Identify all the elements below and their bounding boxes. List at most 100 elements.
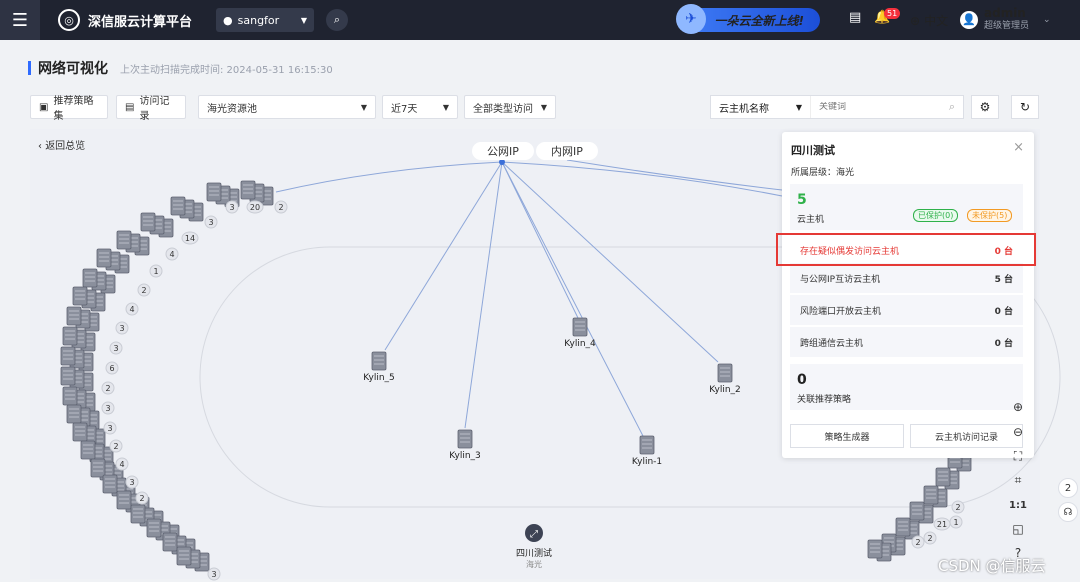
- ring-server[interactable]: [170, 196, 186, 216]
- policy-stat-box: 0 关联推荐策略: [790, 364, 1023, 410]
- headset-icon[interactable]: ☊: [1058, 502, 1078, 522]
- ring-count-label: 2: [278, 203, 283, 212]
- row-label: 跨组通信云主机: [800, 338, 864, 349]
- ring-count-label: 3: [229, 203, 234, 212]
- panel-level: 所属层级：海光: [791, 168, 855, 178]
- protected-badge[interactable]: 已保护(0): [913, 209, 959, 222]
- edge-kylin-3: [464, 161, 503, 429]
- edge-ring-left: [275, 161, 503, 193]
- server-node-kylin-2[interactable]: [717, 363, 733, 383]
- ring-count-label: 2: [139, 494, 144, 503]
- fit-view-icon[interactable]: ⌗: [1008, 470, 1028, 490]
- node-label-kylin-1: Kylin-1: [631, 457, 663, 467]
- ring-server[interactable]: [130, 504, 146, 524]
- ring-count-label: 3: [211, 570, 216, 579]
- edge-kylin-5: [384, 161, 503, 351]
- edge-kylin-4: [501, 161, 579, 319]
- ring-server[interactable]: [72, 422, 88, 442]
- ring-count-label: 2: [927, 534, 932, 543]
- layout-icon[interactable]: ◱: [1008, 519, 1028, 539]
- unprotected-badge[interactable]: 未保护(5): [967, 209, 1013, 222]
- edge-kylin-1: [501, 161, 644, 437]
- back-to-overview-link[interactable]: ‹ 返回总览: [38, 137, 85, 152]
- vm-count: 5: [797, 192, 807, 208]
- site-name: 四川测试: [515, 549, 553, 559]
- ring-count-label: 3: [129, 478, 134, 487]
- panel-title: 四川测试: [791, 144, 835, 157]
- zoom-in-icon[interactable]: ⊕: [1008, 397, 1028, 417]
- ring-server[interactable]: [923, 485, 939, 505]
- ring-count-label: 20: [250, 203, 260, 212]
- cross-group-row[interactable]: 跨组通信云主机 0 台: [790, 327, 1023, 357]
- ring-server[interactable]: [66, 404, 82, 424]
- ring-server[interactable]: [116, 230, 132, 250]
- ring-server[interactable]: [60, 346, 76, 366]
- risk-port-row[interactable]: 风险端口开放云主机 0 台: [790, 295, 1023, 325]
- tab-public-ip[interactable]: 公网IP: [472, 142, 534, 160]
- ip-tabs: 公网IP 内网IP: [472, 142, 598, 160]
- site-sub: 海光: [525, 560, 542, 569]
- actual-size-icon[interactable]: 1:1: [1008, 495, 1028, 515]
- ring-server[interactable]: [72, 286, 88, 306]
- ring-server[interactable]: [206, 182, 222, 202]
- ring-server[interactable]: [60, 366, 76, 386]
- server-node-kylin-3[interactable]: [457, 429, 473, 449]
- policy-count: 0: [797, 372, 807, 388]
- detail-panel: 四川测试 × 所属层级：海光 5 云主机 已保护(0) 未保护(5) 存在疑似偶…: [782, 132, 1034, 458]
- ring-server[interactable]: [90, 458, 106, 478]
- vm-stat-box: 5 云主机 已保护(0) 未保护(5): [790, 184, 1023, 230]
- ring-count-label: 2: [141, 286, 146, 295]
- ring-server[interactable]: [96, 248, 112, 268]
- ring-server[interactable]: [62, 386, 78, 406]
- site-node-glyph: ⤢: [530, 529, 538, 540]
- ring-count-label: 3: [208, 218, 213, 227]
- ring-server[interactable]: [102, 474, 118, 494]
- highlight-frame: [776, 233, 1036, 266]
- ring-server[interactable]: [240, 180, 256, 200]
- ring-count-label: 2: [105, 384, 110, 393]
- ring-count-label: 4: [169, 250, 174, 259]
- ring-server[interactable]: [935, 467, 951, 487]
- ring-count-label: 2: [113, 442, 118, 451]
- server-node-kylin-4[interactable]: [572, 317, 588, 337]
- ring-server[interactable]: [162, 532, 178, 552]
- ring-server[interactable]: [62, 326, 78, 346]
- row-value: 0 台: [994, 306, 1013, 317]
- vm-access-record-button[interactable]: 云主机访问记录: [910, 424, 1023, 448]
- ring-count-label: 3: [119, 324, 124, 333]
- ring-server[interactable]: [80, 440, 96, 460]
- ring-count-label: 6: [109, 364, 114, 373]
- ring-count-label: 2: [915, 538, 920, 547]
- ring-count-label: 2: [955, 503, 960, 512]
- server-node-kylin-1[interactable]: [639, 435, 655, 455]
- close-icon[interactable]: ×: [1013, 140, 1024, 155]
- node-label-kylin-4: Kylin_4: [564, 339, 596, 349]
- ring-count-label: 21: [937, 520, 947, 529]
- ring-server[interactable]: [867, 539, 883, 559]
- watermark: CSDN @信服云: [938, 557, 1046, 575]
- tab-private-ip[interactable]: 内网IP: [536, 142, 598, 160]
- edge-ring-right: [501, 161, 783, 197]
- edge-kylin-2: [501, 161, 719, 363]
- ring-count-label: 3: [105, 404, 110, 413]
- ring-server[interactable]: [895, 517, 911, 537]
- chevron-left-icon: ‹: [38, 141, 42, 152]
- server-node-kylin-5[interactable]: [371, 351, 387, 371]
- ring-server[interactable]: [140, 212, 156, 232]
- policy-generator-button[interactable]: 策略生成器: [790, 424, 904, 448]
- ring-server[interactable]: [146, 518, 162, 538]
- ring-server[interactable]: [82, 268, 98, 288]
- ring-count-label: 3: [113, 344, 118, 353]
- ring-server[interactable]: [909, 501, 925, 521]
- vm-label: 云主机: [797, 215, 825, 225]
- notification-count-bubble[interactable]: 2: [1058, 478, 1078, 498]
- ring-server[interactable]: [116, 490, 132, 510]
- ring-server[interactable]: [176, 546, 192, 566]
- row-label: 风险端口开放云主机: [800, 306, 882, 317]
- fullscreen-icon[interactable]: ⛶: [1008, 446, 1028, 466]
- zoom-out-icon[interactable]: ⊖: [1008, 422, 1028, 442]
- ring-count-label: 1: [153, 267, 158, 276]
- ring-count-label: 14: [185, 234, 195, 243]
- ring-server[interactable]: [66, 306, 82, 326]
- public-ip-access-row[interactable]: 与公网IP互访云主机 5 台: [790, 263, 1023, 293]
